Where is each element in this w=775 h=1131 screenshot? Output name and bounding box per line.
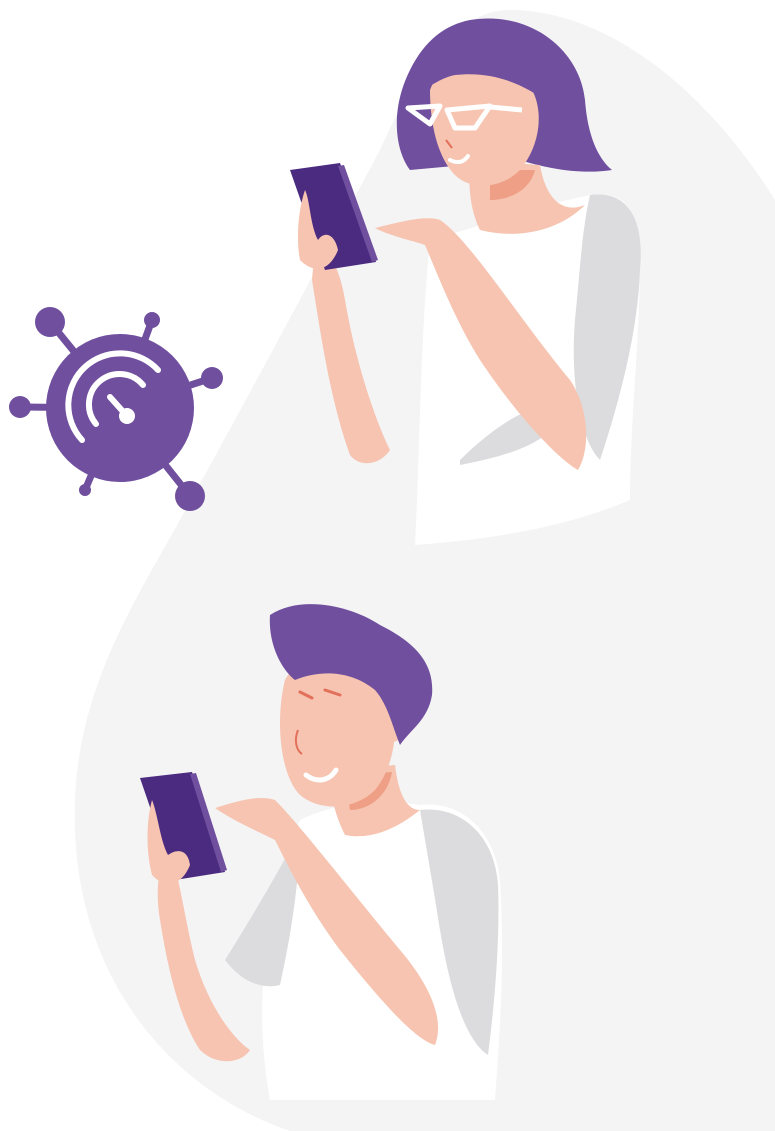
virus-speed-gauge-icon xyxy=(9,307,223,511)
illustration-scene xyxy=(9,10,775,1131)
